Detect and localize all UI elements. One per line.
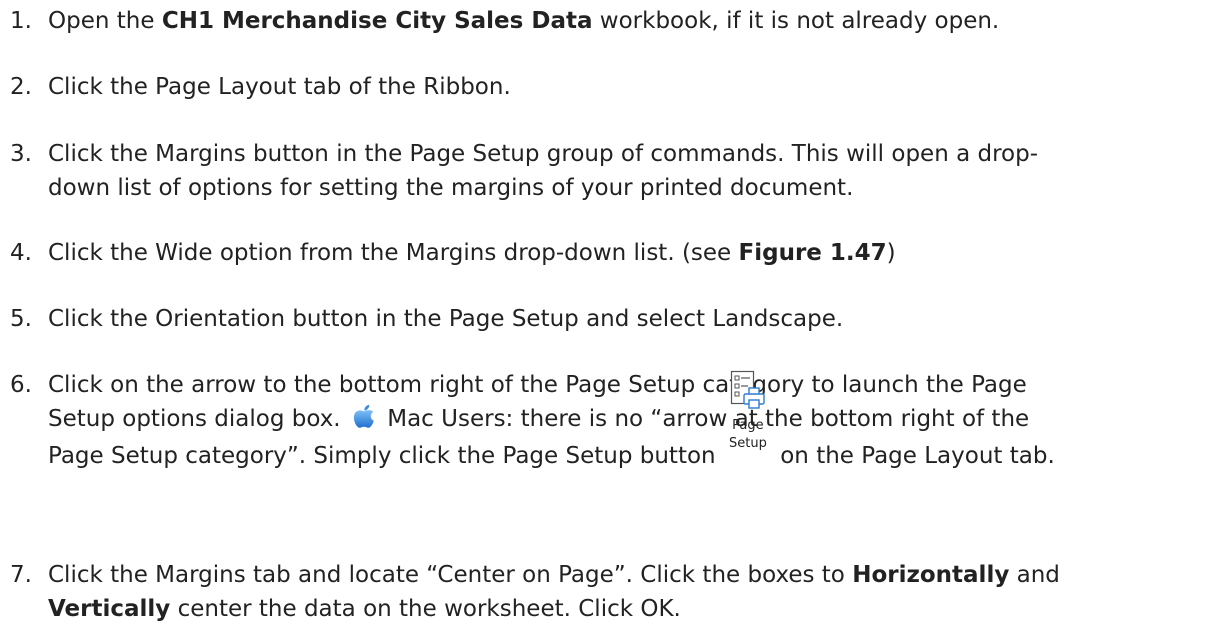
step-4: 4. Click the Wide option from the Margin… xyxy=(0,236,1228,270)
step-number: 1. xyxy=(10,8,32,34)
workbook-name: CH1 Merchandise City Sales Data xyxy=(161,8,593,34)
horizontally-label: Horizontally xyxy=(852,562,1010,588)
step-number: 3. xyxy=(10,141,32,167)
step-text: Click the Orientation button in the Page… xyxy=(48,306,844,332)
page-setup-label-2: Setup xyxy=(729,436,767,451)
apple-logo-icon xyxy=(352,403,376,439)
page-setup-label-1: Page xyxy=(732,418,764,433)
step-text: Click the Wide option from the Margins d… xyxy=(48,240,896,266)
figure-reference: Figure 1.47 xyxy=(738,240,887,266)
step-7: 7. Click the Margins tab and locate “Cen… xyxy=(0,558,1228,626)
step-5: 5. Click the Orientation button in the P… xyxy=(0,302,1228,336)
step-6: 6. Click on the arrow to the bottom righ… xyxy=(0,368,1228,473)
step-1: 1. Open the CH1 Merchandise City Sales D… xyxy=(0,4,1228,38)
step-number: 2. xyxy=(10,74,32,100)
step-text: Click the Margins tab and locate “Center… xyxy=(48,562,1060,622)
step-number: 7. xyxy=(10,562,32,588)
vertically-label: Vertically xyxy=(48,596,171,622)
step-number: 4. xyxy=(10,240,32,266)
step-text: Open the CH1 Merchandise City Sales Data… xyxy=(48,8,1000,34)
step-text: Click on the arrow to the bottom right o… xyxy=(48,368,1213,473)
step-text: Click the Page Layout tab of the Ribbon. xyxy=(48,74,511,100)
step-3: 3. Click the Margins button in the Page … xyxy=(0,137,1228,205)
step-2: 2. Click the Page Layout tab of the Ribb… xyxy=(0,70,1228,104)
step-text: Click the Margins button in the Page Set… xyxy=(48,141,1039,201)
page-setup-icon: Page Setup xyxy=(723,370,773,473)
step-number: 5. xyxy=(10,306,32,332)
step-number: 6. xyxy=(10,372,32,398)
